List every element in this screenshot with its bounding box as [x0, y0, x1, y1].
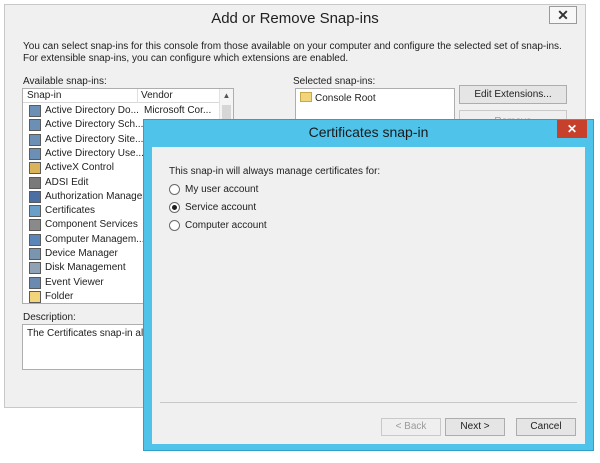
- list-item[interactable]: Active Directory Do... Microsoft Cor...: [23, 104, 221, 118]
- snapin-name: Active Directory Use...: [45, 147, 144, 159]
- snapin-name: ADSI Edit: [45, 176, 89, 188]
- snapin-name: Event Viewer: [45, 276, 104, 288]
- dialog-title: Certificates snap-in: [308, 124, 429, 140]
- snapin-name: Disk Management: [45, 262, 126, 274]
- cancel-button[interactable]: Cancel: [516, 418, 576, 436]
- directory-icon: [29, 105, 41, 117]
- option-label: My user account: [185, 184, 259, 195]
- option-label: Service account: [185, 202, 257, 213]
- snapin-name: Active Directory Site...: [45, 133, 144, 145]
- snapin-name: Folder: [45, 290, 74, 302]
- manage-prompt: This snap-in will always manage certific…: [169, 166, 381, 177]
- directory-icon: [29, 133, 41, 146]
- description-box: The Certificates snap-in allow: [22, 324, 162, 370]
- component-icon: [29, 219, 41, 232]
- close-icon[interactable]: ✕: [557, 120, 587, 138]
- certificate-icon: [29, 205, 41, 218]
- snapin-name: Device Manager: [45, 248, 118, 259]
- adsi-icon: [29, 176, 41, 189]
- activex-icon: [29, 162, 41, 175]
- intro-text: You can select snap-ins for this console…: [23, 41, 562, 64]
- authorization-icon: [29, 190, 41, 203]
- snapin-name: ActiveX Control: [45, 162, 114, 174]
- list-header: Snap-in Vendor: [23, 89, 233, 103]
- next-button[interactable]: Next >: [445, 418, 505, 436]
- list-item[interactable]: Console Root: [300, 92, 376, 104]
- available-snapins-label: Available snap-ins:: [23, 76, 107, 87]
- column-divider[interactable]: [137, 89, 138, 103]
- radio-button[interactable]: [169, 202, 180, 213]
- computer-icon: [29, 233, 41, 246]
- disk-icon: [29, 262, 41, 275]
- console-root-label: Console Root: [315, 93, 376, 104]
- snapin-name: Computer Managem...: [45, 233, 145, 245]
- snapin-name: Active Directory Sch...: [45, 119, 144, 131]
- footer-divider: [160, 402, 577, 403]
- device-icon: [29, 248, 41, 260]
- edit-extensions-button[interactable]: Edit Extensions...: [459, 85, 567, 104]
- directory-icon: [29, 147, 41, 160]
- folder-icon: [300, 92, 312, 102]
- close-icon[interactable]: ✕: [549, 6, 577, 24]
- back-button[interactable]: < Back: [381, 418, 441, 436]
- snapin-name: Component Services: [45, 219, 138, 231]
- snapin-name: Authorization Manager: [45, 190, 146, 202]
- dialog-body: This snap-in will always manage certific…: [152, 147, 585, 444]
- directory-icon: [29, 119, 41, 132]
- snapin-name: Certificates: [45, 205, 96, 217]
- certificates-snapin-dialog: Certificates snap-in ✕ This snap-in will…: [143, 119, 594, 451]
- event-icon: [29, 276, 41, 289]
- radio-button[interactable]: [169, 184, 180, 195]
- title-bar: Add or Remove Snap-ins ✕: [5, 5, 585, 31]
- scroll-up-arrow-icon[interactable]: ▲: [220, 89, 233, 103]
- radio-button[interactable]: [169, 220, 180, 231]
- selected-snapins-label: Selected snap-ins:: [293, 76, 376, 87]
- option-label: Computer account: [185, 220, 267, 231]
- window-title: Add or Remove Snap-ins: [211, 10, 379, 27]
- column-header-snapin[interactable]: Snap-in: [27, 90, 61, 101]
- snapin-name: Active Directory Do...: [45, 105, 139, 116]
- folder-icon: [29, 290, 41, 303]
- description-label: Description:: [23, 312, 76, 323]
- snapin-vendor: Microsoft Cor...: [144, 105, 212, 116]
- column-header-vendor[interactable]: Vendor: [141, 90, 173, 101]
